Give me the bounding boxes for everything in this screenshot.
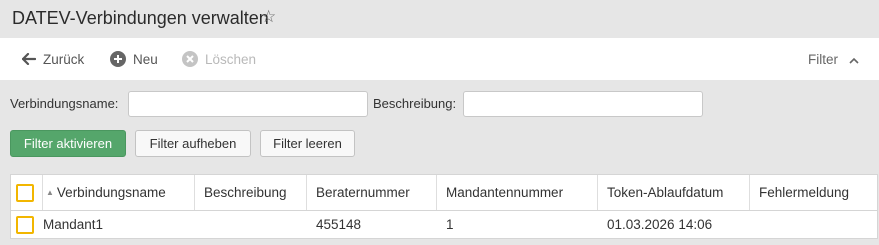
cell-error (750, 211, 877, 238)
name-filter-label: Verbindungsname: (10, 96, 119, 111)
filter-toggle-button[interactable]: Filter (808, 38, 859, 80)
activate-filter-button[interactable]: Filter aktivieren (10, 130, 126, 157)
connections-table: ▲ Verbindungsname Beschreibung Beraternu… (10, 174, 878, 239)
cell-client-number: 1 (446, 217, 454, 232)
sort-ascending-icon: ▲ (46, 188, 54, 197)
description-filter-input[interactable] (463, 91, 703, 117)
column-header-client-number[interactable]: Mandantennummer (437, 175, 598, 210)
column-header-description[interactable]: Beschreibung (195, 175, 307, 210)
filter-panel: Verbindungsname: Beschreibung: Filter ak… (0, 80, 879, 174)
column-header-token-expiry[interactable]: Token-Ablaufdatum (598, 175, 750, 210)
description-filter-label: Beschreibung: (373, 96, 457, 111)
new-button[interactable]: Neu (110, 38, 158, 80)
row-checkbox[interactable] (16, 215, 34, 234)
close-circle-icon (182, 51, 198, 67)
remove-filter-button[interactable]: Filter aufheben (135, 130, 251, 157)
delete-button[interactable]: Löschen (182, 38, 256, 80)
cell-name: Mandant1 (43, 217, 104, 232)
column-header-label: Verbindungsname (56, 185, 166, 200)
cell-advisor-number: 455148 (316, 217, 362, 232)
delete-label: Löschen (205, 51, 257, 67)
column-header-name[interactable]: ▲ Verbindungsname (43, 175, 195, 210)
column-header-label: Beschreibung (204, 185, 287, 200)
page-title: DATEV-Verbindungen verwalten (12, 8, 269, 28)
back-label: Zurück (43, 51, 85, 67)
header-checkbox-cell (11, 175, 43, 210)
column-header-label: Token-Ablaufdatum (607, 185, 724, 200)
column-header-label: Mandantennummer (446, 185, 564, 200)
new-label: Neu (133, 51, 158, 67)
table-row[interactable]: Mandant1 455148 1 01.03.2026 14:06 (11, 211, 877, 238)
toolbar: Zurück Neu Löschen Filter (0, 38, 879, 80)
arrow-left-icon (22, 53, 36, 65)
cell-description (195, 211, 307, 238)
title-bar: DATEV-Verbindungen verwalten ☆ (0, 0, 879, 38)
plus-circle-icon (110, 51, 126, 67)
cell-token-expiry: 01.03.2026 14:06 (607, 217, 713, 232)
filter-label: Filter (808, 51, 838, 67)
star-icon[interactable]: ☆ (261, 7, 276, 27)
column-header-advisor-number[interactable]: Beraternummer (307, 175, 437, 210)
row-checkbox-cell (11, 211, 43, 238)
chevron-up-icon (849, 52, 859, 67)
column-header-error[interactable]: Fehlermeldung (750, 175, 877, 210)
column-header-label: Beraternummer (316, 185, 410, 200)
name-filter-input[interactable] (128, 91, 368, 117)
select-all-checkbox[interactable] (16, 183, 34, 202)
clear-filter-button[interactable]: Filter leeren (260, 130, 355, 157)
table-header: ▲ Verbindungsname Beschreibung Beraternu… (11, 175, 877, 211)
back-button[interactable]: Zurück (22, 38, 84, 80)
column-header-label: Fehlermeldung (759, 185, 850, 200)
